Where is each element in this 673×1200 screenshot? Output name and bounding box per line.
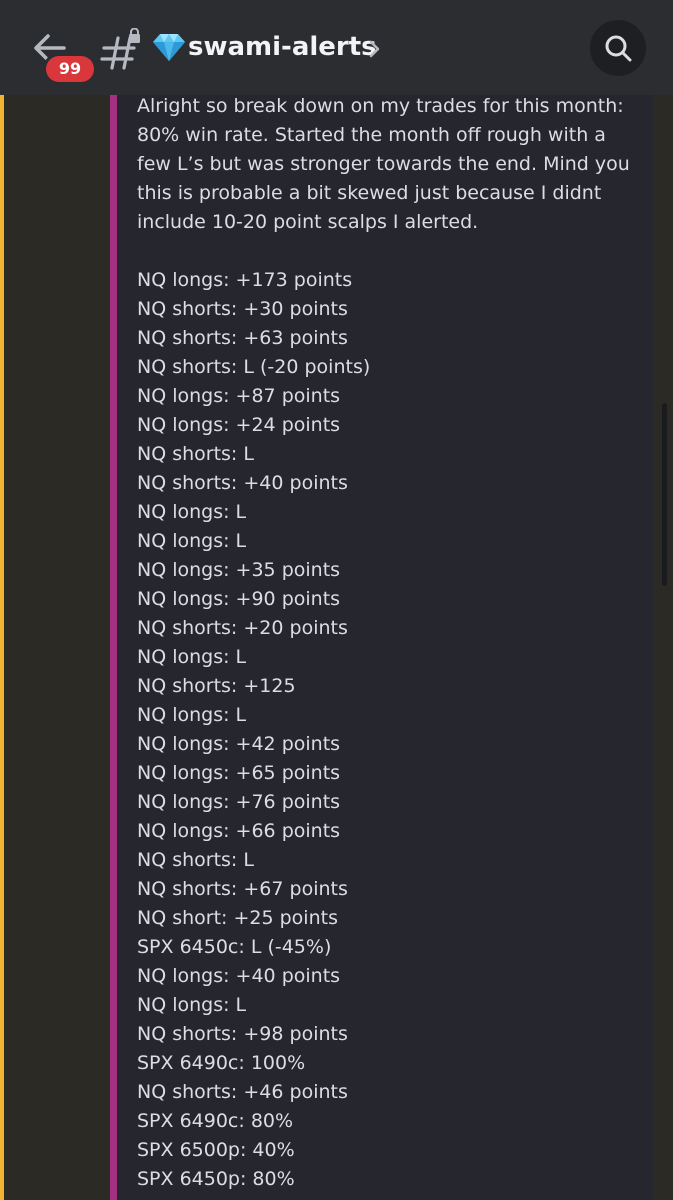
trade-line: NQ longs: L	[137, 994, 247, 1016]
search-icon	[605, 35, 632, 62]
right-gutter	[653, 95, 673, 1200]
trade-line: SPX 6450p: 80%	[137, 1168, 295, 1190]
intro-line: this is probable a bit skewed just becau…	[137, 182, 602, 204]
trade-line: NQ longs: +66 points	[137, 820, 341, 842]
intro-line: few L’s but was stronger towards the end…	[137, 153, 630, 175]
chevron-right-icon[interactable]	[367, 38, 383, 60]
trade-line: NQ longs: +40 points	[137, 965, 341, 987]
left-gutter	[0, 95, 112, 1200]
intro-line: 80% win rate. Started the month off roug…	[137, 124, 606, 146]
trade-line: NQ shorts: +125	[137, 675, 296, 697]
trade-line: NQ longs: L	[137, 530, 247, 552]
search-button[interactable]	[590, 20, 646, 76]
trade-line: NQ longs: +24 points	[137, 414, 341, 436]
trade-line: NQ longs: +90 points	[137, 588, 341, 610]
trade-line: NQ shorts: +63 points	[137, 327, 348, 349]
trade-line: NQ longs: +42 points	[137, 733, 341, 755]
scrollbar-thumb[interactable]	[662, 403, 667, 586]
trade-line: SPX 6450c: L (-45%)	[137, 936, 332, 958]
quote-bar	[110, 95, 117, 1200]
trade-line: NQ shorts: +20 points	[137, 617, 348, 639]
trade-line: NQ longs: +87 points	[137, 385, 341, 407]
trade-line: NQ longs: L	[137, 501, 247, 523]
message-text: Alright so break down on my trades for t…	[137, 95, 649, 1194]
trade-line: NQ shorts: +98 points	[137, 1023, 348, 1045]
trade-line: NQ longs: +76 points	[137, 791, 341, 813]
trade-line: NQ shorts: +30 points	[137, 298, 348, 320]
trade-line: NQ shorts: +46 points	[137, 1081, 348, 1103]
trade-line: NQ longs: +35 points	[137, 559, 341, 581]
channel-name[interactable]: swami-alerts	[188, 28, 377, 66]
intro-line: include 10-20 point scalps I alerted.	[137, 211, 479, 233]
trade-line: NQ shorts: L (-20 points)	[137, 356, 371, 378]
trade-line: NQ longs: L	[137, 646, 247, 668]
trade-line: NQ longs: L	[137, 704, 247, 726]
trade-line: SPX 6490c: 100%	[137, 1052, 306, 1074]
trade-line: NQ shorts: L	[137, 443, 254, 465]
unread-badge: 99	[46, 56, 94, 82]
trade-line: SPX 6500p: 40%	[137, 1139, 295, 1161]
trade-line: SPX 6490c: 80%	[137, 1110, 294, 1132]
gem-icon	[152, 32, 186, 62]
trade-line: NQ short: +25 points	[137, 907, 338, 929]
locked-hash-icon	[100, 27, 144, 72]
message-content: Alright so break down on my trades for t…	[117, 95, 653, 1200]
channel-header: 99 swami-alerts	[0, 0, 673, 95]
intro-line: Alright so break down on my trades for t…	[137, 95, 624, 117]
trade-line: NQ longs: +65 points	[137, 762, 341, 784]
trade-line: NQ longs: +173 points	[137, 269, 353, 291]
trade-line: NQ shorts: +40 points	[137, 472, 348, 494]
trade-line: NQ shorts: L	[137, 849, 254, 871]
trade-line: NQ shorts: +67 points	[137, 878, 348, 900]
mention-highlight-bar	[0, 95, 4, 1200]
